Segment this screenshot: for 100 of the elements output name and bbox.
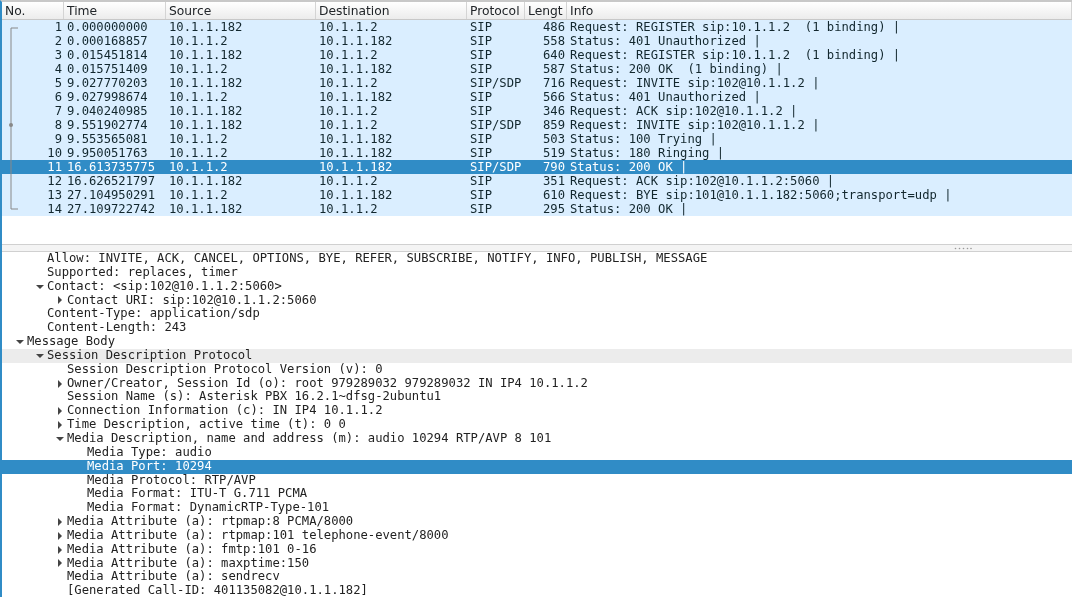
tree-row[interactable]: Time Description, active time (t): 0 0 [2, 418, 1072, 432]
collapsed-arrow-icon[interactable] [56, 531, 64, 540]
tree-row[interactable]: Content-Length: 243 [2, 321, 1072, 336]
table-cell-text: 10 [46, 146, 63, 160]
tree-row[interactable]: Contact: <sip:102@10.1.1.2:5060> [2, 279, 1072, 294]
table-cell-text: 10.1.1.2 [168, 146, 229, 160]
column-header[interactable]: No. [2, 2, 64, 19]
column-header[interactable]: Destination [316, 2, 467, 19]
table-cell-text: 566 [542, 90, 566, 104]
table-cell-text: 10.1.1.182 [318, 62, 394, 76]
tree-row[interactable]: Media Attribute (a): sendrecv [2, 570, 1072, 585]
tree-row[interactable]: Media Port: 10294 [2, 459, 1072, 474]
table-cell-text: 10.1.1.182 [168, 118, 244, 132]
tree-row[interactable]: Media Description, name and address (m): audio 10294 RTP/AVP 8 101 [2, 431, 1072, 446]
tree-row[interactable]: Media Attribute (a): maxptime:150 [2, 556, 1072, 571]
expanded-arrow-icon[interactable] [56, 434, 64, 443]
tree-item-label: Supported: replaces, timer [47, 265, 238, 280]
table-cell-text: SIP [469, 20, 493, 34]
table-cell-text: 10.1.1.182 [168, 20, 244, 34]
tree-row[interactable]: Media Type: audio [2, 445, 1072, 460]
collapsed-arrow-icon[interactable] [56, 421, 64, 430]
tree-row[interactable]: [Generated Call-ID: 401135082@10.1.1.182] [2, 584, 1072, 597]
packet-row[interactable]: 12 16.626521797 10.1.1.182 10.1.1.2 SIP 351 Request: ACK sip:102@10.1.1.2:5060 | [2, 174, 1072, 188]
table-cell-text: 27.109722742 [66, 202, 157, 216]
tree-item-label: Session Description Protocol [47, 348, 253, 363]
tree-row[interactable]: Session Description Protocol Version (v): 0 [2, 362, 1072, 377]
tree-item-label: Time Description, active time (t): 0 0 [67, 418, 346, 432]
table-cell-text: 9.551902774 [66, 118, 149, 132]
packet-row[interactable]: 10 9.950051763 10.1.1.2 10.1.1.182 SIP 519 Status: 180 Ringing | [2, 146, 1072, 160]
expanded-arrow-icon[interactable] [36, 351, 44, 360]
packet-row[interactable]: 14 27.109722742 10.1.1.182 10.1.1.2 SIP 295 Status: 200 OK | [2, 202, 1072, 216]
table-cell-text: 10.1.1.2 [318, 118, 379, 132]
expanded-arrow-icon[interactable] [36, 282, 44, 291]
tree-row[interactable]: Owner/Creator, Session Id (o): root 979289032 979289032 IN IP4 10.1.1.2 [2, 376, 1072, 391]
tree-row[interactable]: Media Attribute (a): rtpmap:101 telephone-event/8000 [2, 528, 1072, 543]
table-cell-text: 14 [46, 202, 63, 216]
packet-row[interactable]: 7 9.040240985 10.1.1.182 10.1.1.2 SIP 346 Request: ACK sip:102@10.1.1.2 | [2, 104, 1072, 118]
packet-row[interactable]: 13 27.104950291 10.1.1.2 10.1.1.182 SIP 610 Request: BYE sip:101@10.1.1.182:5060;transport=udp | [2, 188, 1072, 202]
tree-row[interactable]: Media Attribute (a): fmtp:101 0-16 [2, 542, 1072, 557]
expanded-arrow-icon[interactable] [16, 338, 24, 346]
tree-item-label: Contact URI: sip:102@10.1.1.2:5060 [67, 293, 317, 308]
table-cell-text: 10.1.1.182 [318, 146, 394, 160]
column-header[interactable]: Info [567, 2, 1072, 19]
table-cell-text: 10.1.1.2 [168, 34, 229, 48]
table-cell-text: Request: BYE sip:101@10.1.1.182:5060;transport=udp | [569, 188, 953, 202]
grip-icon [954, 246, 972, 250]
column-header[interactable]: Source [166, 2, 316, 19]
packet-row[interactable]: 8 9.551902774 10.1.1.182 10.1.1.2 SIP/SDP 859 Request: INVITE sip:102@10.1.1.2 | [2, 118, 1072, 132]
packet-row[interactable]: 3 0.015451814 10.1.1.182 10.1.1.2 SIP 640 Request: REGISTER sip:10.1.1.2 (1 binding) | [2, 48, 1072, 62]
collapsed-arrow-icon[interactable] [56, 545, 64, 554]
table-cell-text: 10.1.1.2 [168, 90, 229, 104]
table-cell-text: 10.1.1.182 [168, 48, 244, 62]
column-header[interactable]: Protocol [467, 2, 525, 19]
tree-row[interactable]: Media Protocol: RTP/AVP [2, 473, 1072, 488]
packet-row[interactable]: 6 9.027998674 10.1.1.2 10.1.1.182 SIP 566 Status: 401 Unauthorized | [2, 90, 1072, 104]
table-cell-text: 346 [542, 104, 566, 118]
tree-row[interactable]: Message Body [2, 335, 1072, 349]
table-cell-text: Request: REGISTER sip:10.1.1.2 (1 binding) | [569, 48, 902, 62]
table-cell-text: Request: REGISTER sip:10.1.1.2 (1 binding) | [569, 20, 902, 34]
tree-item-label: Content-Length: 243 [47, 321, 187, 335]
collapsed-arrow-icon[interactable] [56, 517, 64, 526]
tree-row[interactable]: Session Name (s): Asterisk PBX 16.2.1~dfsg-2ubuntu1 [2, 390, 1072, 405]
tree-row[interactable]: Session Description Protocol [2, 348, 1072, 363]
tree-row[interactable]: Supported: replaces, timer [2, 265, 1072, 280]
tree-row[interactable]: Media Attribute (a): rtpmap:8 PCMA/8000 [2, 515, 1072, 529]
table-cell-text: SIP [469, 62, 493, 76]
column-header[interactable]: Time [64, 2, 166, 19]
packet-row[interactable]: 4 0.015751409 10.1.1.2 10.1.1.182 SIP 587 Status: 200 OK (1 binding) | [2, 62, 1072, 76]
tree-row[interactable]: Allow: INVITE, ACK, CANCEL, OPTIONS, BYE, REFER, SUBSCRIBE, NOTIFY, INFO, PUBLISH, MESSAGE [2, 252, 1072, 266]
tree-row[interactable]: Media Format: DynamicRTP-Type-101 [2, 501, 1072, 516]
tree-item-label: Media Attribute (a): fmtp:101 0-16 [67, 542, 317, 557]
table-cell-text: Status: 180 Ringing | [569, 146, 726, 160]
tree-row[interactable]: Contact URI: sip:102@10.1.1.2:5060 [2, 293, 1072, 308]
packet-row[interactable]: 9 9.553565081 10.1.1.2 10.1.1.182 SIP 503 Status: 100 Trying | [2, 132, 1072, 146]
collapsed-arrow-icon[interactable] [56, 407, 64, 416]
packet-row[interactable]: 1 0.000000000 10.1.1.182 10.1.1.2 SIP 486 Request: REGISTER sip:10.1.1.2 (1 binding) | [2, 20, 1072, 34]
table-cell-text: SIP [469, 132, 493, 146]
tree-row[interactable]: Content-Type: application/sdp [2, 307, 1072, 322]
collapsed-arrow-icon[interactable] [56, 559, 64, 568]
collapsed-arrow-icon[interactable] [56, 379, 64, 388]
table-cell-text: 9.027998674 [66, 90, 149, 104]
tree-item-label: Media Protocol: RTP/AVP [87, 473, 256, 487]
collapsed-arrow-icon[interactable] [56, 296, 64, 305]
table-cell-text: 16.626521797 [66, 174, 157, 188]
column-header[interactable]: Lengt [525, 2, 567, 19]
table-cell-text: 3 [53, 48, 63, 62]
table-cell-text: SIP [469, 104, 493, 118]
packet-row[interactable]: 5 9.027770203 10.1.1.182 10.1.1.2 SIP/SDP 716 Request: INVITE sip:102@10.1.1.2 | [2, 76, 1072, 90]
table-cell-text: 0.000168857 [66, 34, 149, 48]
table-cell-text: 10.1.1.2 [318, 174, 379, 188]
table-cell-text: 10.1.1.2 [318, 48, 379, 62]
tree-row[interactable]: Media Format: ITU-T G.711 PCMA [2, 487, 1072, 502]
tree-item-label: Content-Type: application/sdp [47, 307, 260, 321]
table-cell-text: 4 [53, 62, 63, 76]
table-cell-text: Status: 200 OK (1 binding) | [569, 62, 784, 76]
table-cell-text: SIP/SDP [469, 118, 523, 132]
table-cell-text: SIP/SDP [469, 76, 523, 90]
tree-row[interactable]: Connection Information (c): IN IP4 10.1.1.2 [2, 404, 1072, 419]
packet-row[interactable]: 11 16.613735775 10.1.1.2 10.1.1.182 SIP/SDP 790 Status: 200 OK | [2, 160, 1072, 174]
packet-row[interactable]: 2 0.000168857 10.1.1.2 10.1.1.182 SIP 558 Status: 401 Unauthorized | [2, 34, 1072, 48]
